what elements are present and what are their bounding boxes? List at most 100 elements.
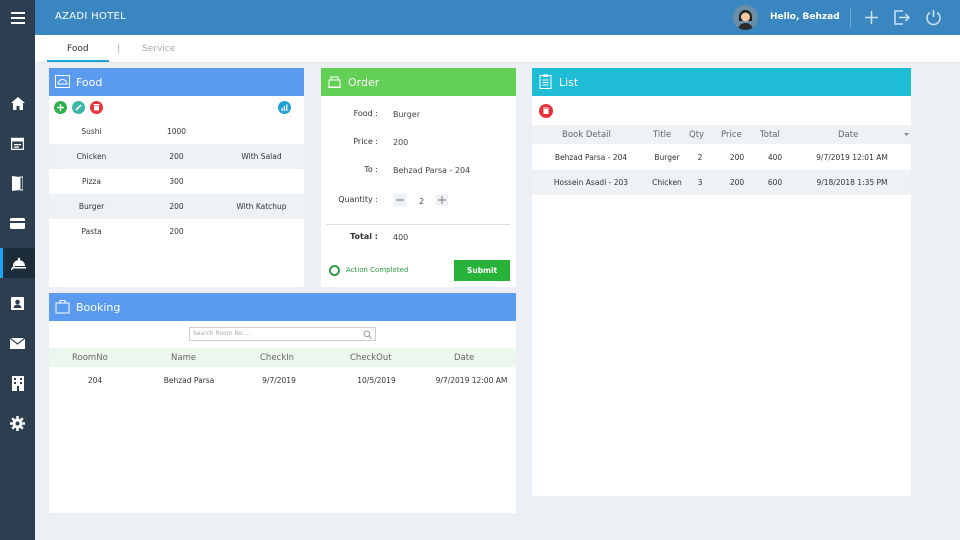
menu-icon: [10, 11, 25, 24]
food-name: Chicken: [76, 152, 107, 161]
price-value: 200: [393, 138, 409, 147]
food-price: 1000: [166, 127, 187, 136]
plus-icon: [57, 104, 64, 111]
building-icon: [11, 375, 24, 391]
booking-panel: Booking Search Room No ... RoomNo Name C…: [49, 293, 516, 513]
column-header[interactable]: Book Detail: [562, 130, 611, 140]
food-note: With Katchup: [236, 202, 287, 211]
divider: [850, 7, 851, 28]
user-avatar-icon: [733, 5, 758, 30]
column-header[interactable]: CheckIn: [260, 353, 294, 363]
food-price: 200: [169, 152, 184, 161]
sort-arrow-icon[interactable]: [904, 133, 909, 137]
contact-icon: [11, 296, 24, 310]
food-chart-button[interactable]: [278, 101, 291, 114]
booking-header-row: RoomNo Name CheckIn CheckOut Date: [49, 348, 516, 367]
table-row[interactable]: Sushi 1000: [49, 119, 304, 144]
user-greeting: Hello, Behzad: [770, 12, 840, 22]
food-label: Food :: [353, 109, 378, 118]
app-title: AZADI HOTEL: [55, 11, 127, 22]
edit-food-button[interactable]: [72, 101, 85, 114]
list-title: List: [559, 76, 579, 89]
sidebar-item-room-service[interactable]: [0, 248, 35, 278]
check-out: 10/5/2019: [357, 376, 396, 385]
column-header[interactable]: CheckOut: [350, 353, 392, 363]
table-row[interactable]: Behzad Parsa - 204 Burger 2 200 400 9/7/…: [532, 145, 911, 170]
sidebar-item-rooms[interactable]: [0, 168, 35, 198]
power-button[interactable]: [925, 9, 942, 26]
food-name: Pizza: [82, 177, 101, 186]
avatar[interactable]: [733, 5, 758, 30]
column-header[interactable]: Name: [171, 353, 196, 363]
column-header[interactable]: RoomNo: [72, 353, 108, 363]
bar-chart-icon: [281, 104, 288, 111]
food-name: Sushi: [81, 127, 102, 136]
delete-order-button[interactable]: [539, 104, 553, 118]
order-title: Order: [348, 76, 380, 89]
food-note: With Salad: [241, 152, 282, 161]
card-icon: [10, 217, 25, 229]
sidebar-item-home[interactable]: [0, 88, 35, 118]
order-price: 200: [729, 153, 745, 162]
column-header[interactable]: Title: [653, 130, 671, 140]
tab-separator: |: [117, 43, 121, 54]
status-circle-icon: [329, 265, 340, 276]
sidebar-item-calendar[interactable]: [0, 128, 35, 158]
to-value: Behzad Parsa - 204: [393, 166, 471, 175]
order-panel-header: Order: [321, 68, 516, 96]
search-room-input[interactable]: Search Room No ...: [189, 327, 376, 341]
trash-icon: [543, 107, 549, 114]
table-row[interactable]: Pasta 200: [49, 219, 304, 244]
table-row[interactable]: Pizza 300: [49, 169, 304, 194]
increase-quantity-button[interactable]: [436, 194, 448, 206]
food-price: 200: [169, 227, 184, 236]
tab-service[interactable]: Service: [142, 44, 175, 54]
sidebar-item-hotel[interactable]: [0, 368, 35, 398]
mail-icon: [10, 337, 25, 349]
table-row[interactable]: 204 Behzad Parsa 9/7/2019 10/5/2019 9/7/…: [49, 368, 516, 393]
order-date: 9/7/2019 12:01 AM: [816, 153, 888, 162]
table-row[interactable]: Chicken 200 With Salad: [49, 144, 304, 169]
order-panel: Order Food : Burger Price : 200 To : Beh…: [321, 68, 516, 287]
food-price: 300: [169, 177, 184, 186]
column-header[interactable]: Date: [454, 353, 474, 363]
sidebar-item-settings[interactable]: [0, 408, 35, 438]
food-name: Burger: [78, 202, 105, 211]
food-price: 200: [169, 202, 184, 211]
room-no: 204: [87, 376, 103, 385]
sidebar-item-mail[interactable]: [0, 328, 35, 358]
tab-food[interactable]: Food: [67, 44, 89, 54]
total-label: Total :: [350, 232, 378, 241]
column-header[interactable]: Price: [721, 130, 742, 140]
column-header[interactable]: Date: [838, 130, 858, 140]
submit-button[interactable]: Submit: [454, 260, 510, 281]
add-food-button[interactable]: [54, 101, 67, 114]
decrease-quantity-button[interactable]: [394, 194, 406, 206]
pencil-icon: [75, 104, 82, 111]
table-row[interactable]: Burger 200 With Katchup: [49, 194, 304, 219]
logout-button[interactable]: [893, 9, 911, 26]
food-value: Burger: [393, 110, 420, 119]
add-button[interactable]: [863, 9, 880, 26]
booking-date: 9/7/2019 12:00 AM: [435, 376, 508, 385]
to-label: To :: [364, 165, 378, 174]
menu-button[interactable]: [0, 0, 35, 35]
price-label: Price :: [353, 137, 378, 146]
column-header[interactable]: Qty: [689, 130, 704, 140]
clipboard-icon: [539, 74, 552, 89]
delete-food-button[interactable]: [90, 101, 103, 114]
column-header[interactable]: Total: [760, 130, 780, 140]
table-row[interactable]: Hossein Asadi - 203 Chicken 3 200 600 9/…: [532, 170, 911, 195]
search-icon[interactable]: [363, 330, 372, 339]
quantity-value[interactable]: 2: [419, 197, 424, 206]
booking-title: Booking: [76, 301, 121, 314]
sidebar-item-payments[interactable]: [0, 208, 35, 238]
sidebar-item-contacts[interactable]: [0, 288, 35, 318]
order-qty: 2: [697, 153, 703, 162]
check-in: 9/7/2019: [262, 376, 296, 385]
book-detail: Behzad Parsa - 204: [554, 153, 628, 162]
home-icon: [10, 96, 25, 110]
minus-icon: [394, 194, 406, 206]
door-icon: [12, 175, 23, 191]
order-total: 600: [767, 178, 783, 187]
